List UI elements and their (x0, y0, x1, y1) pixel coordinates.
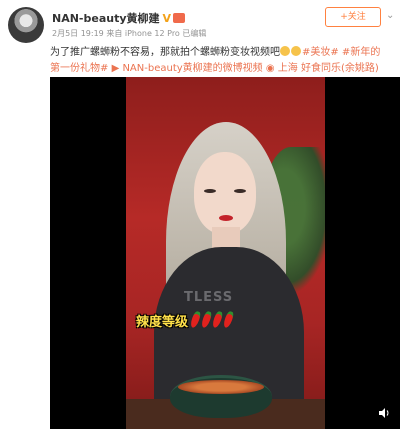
post-text: 为了推广螺蛳粉不容易，那就拍个螺蛳粉变妆视频吧 #美妆# #新年的第一份礼物# ▶… (50, 45, 386, 77)
username-link[interactable]: NAN-beauty黄柳建 V (52, 10, 186, 26)
face (194, 152, 256, 234)
user-avatar[interactable] (8, 7, 44, 43)
grin-emoji-icon (280, 46, 290, 56)
right-eye (234, 189, 246, 193)
grin-emoji-icon (291, 46, 301, 56)
post-body: 为了推广螺蛳粉不容易，那就拍个螺蛳粉变妆视频吧 (50, 47, 280, 58)
spice-level-caption: 辣度等级 (136, 310, 235, 330)
chevron-down-icon[interactable]: ⌄ (386, 10, 394, 21)
location-link[interactable]: 上海 好食同乐(余姚路) (278, 63, 379, 74)
shirt-print: TLESS (184, 290, 234, 305)
video-link[interactable]: NAN-beauty黄柳建的微博视频 (122, 63, 262, 74)
fans-badge-icon (173, 13, 186, 23)
chili-pepper-icon (200, 310, 213, 329)
caption-text: 辣度等级 (136, 315, 189, 330)
follow-button[interactable]: +关注 (325, 7, 381, 27)
speaker-icon[interactable] (378, 407, 390, 419)
username-text[interactable]: NAN-beauty黄柳建 (52, 12, 160, 25)
video-player[interactable]: TLESS 辣度等级 (50, 77, 400, 429)
post-meta: 2月5日 19:19 来自 iPhone 12 Pro 已编辑 (52, 29, 207, 38)
verified-v-icon: V (162, 12, 172, 25)
chili-pepper-icon (211, 310, 224, 329)
noodle-soup (178, 380, 264, 394)
chili-pepper-icon (189, 310, 202, 329)
left-eye (204, 189, 216, 193)
location-pin-icon: ◉ (265, 63, 278, 74)
lips (219, 215, 233, 221)
video-frame[interactable]: TLESS 辣度等级 (126, 77, 325, 429)
video-link-icon: ▶ (111, 63, 123, 74)
